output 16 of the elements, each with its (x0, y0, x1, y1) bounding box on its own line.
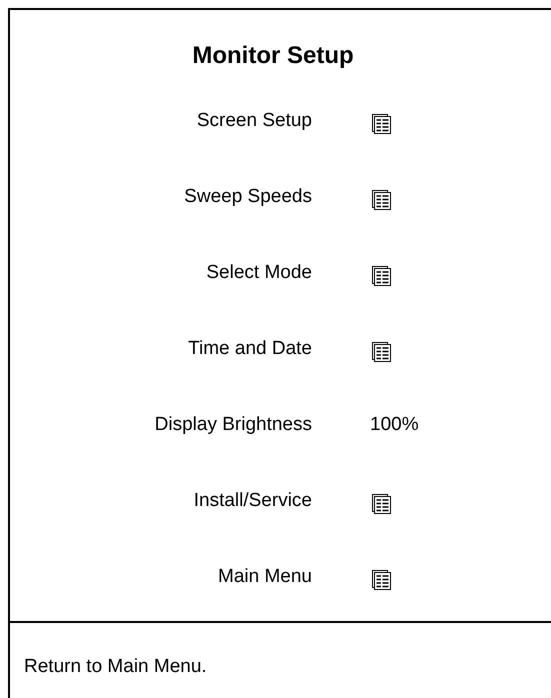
list-icon (372, 342, 391, 362)
dialog-title: Monitor Setup (191, 44, 355, 68)
menu-item-label[interactable]: Display Brightness (10, 410, 312, 440)
menu-item-label[interactable]: Install/Service (10, 486, 312, 516)
menu-item-label[interactable]: Screen Setup (10, 106, 312, 136)
list-icon (372, 190, 391, 210)
menu-item-label[interactable]: Time and Date (10, 334, 312, 364)
help-text: Return to Main Menu. (23, 655, 208, 679)
menu-item-label[interactable]: Select Mode (10, 258, 312, 288)
list-icon (372, 266, 391, 286)
list-icon (372, 494, 391, 514)
brightness-value: 100% (370, 412, 419, 437)
menu-item-label[interactable]: Sweep Speeds (10, 182, 312, 212)
menu-item-label[interactable]: Main Menu (10, 562, 312, 592)
list-icon (372, 114, 391, 134)
list-icon (372, 570, 391, 590)
